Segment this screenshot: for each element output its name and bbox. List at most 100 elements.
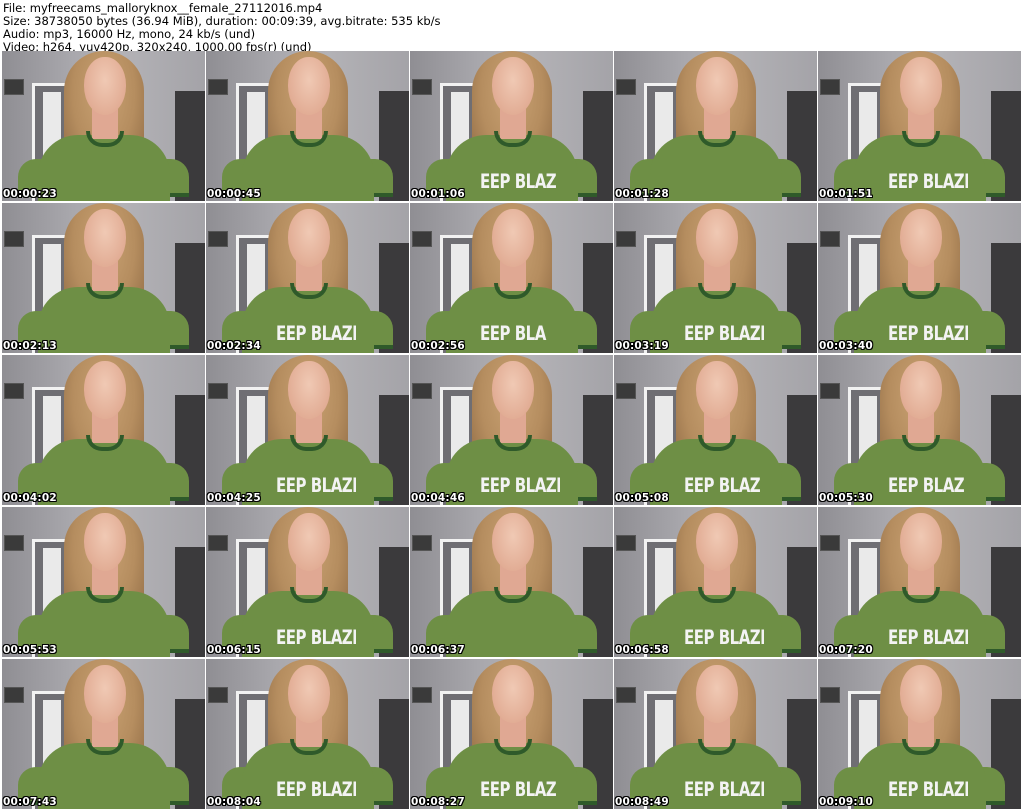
person-face [900, 361, 942, 419]
shirt-print: EEP BLAZING [888, 626, 968, 650]
person-face [696, 361, 738, 419]
video-thumbnail: EEP BLAZIN 00:06:15 [206, 507, 409, 657]
person-face [288, 57, 330, 115]
timestamp: 00:05:53 [3, 644, 57, 656]
video-thumbnail: 00:02:13 [2, 203, 205, 353]
shirt-print: EEP BLAZ [480, 170, 557, 194]
video-thumbnail: 00:06:37 [410, 507, 613, 657]
wall-picture [4, 687, 24, 703]
video-thumbnail: 00:05:53 [2, 507, 205, 657]
shirt-print [72, 778, 152, 804]
timestamp: 00:04:02 [3, 492, 57, 504]
timestamp: 00:06:15 [207, 644, 261, 656]
timestamp: 00:08:04 [207, 796, 261, 808]
shirt-print: EEP BLAZ [684, 474, 761, 498]
shirt-print [72, 322, 152, 348]
shirt-print: EEP BLAZ [480, 778, 557, 802]
video-thumbnail: 00:07:43 [2, 659, 205, 809]
video-thumbnail: EEP BLAZIN 00:01:51 [818, 51, 1021, 201]
wall-picture [208, 79, 228, 95]
timestamp: 00:02:13 [3, 340, 57, 352]
timestamp: 00:06:37 [411, 644, 465, 656]
shirt-print [684, 170, 764, 196]
wall-picture [208, 687, 228, 703]
person-face [900, 57, 942, 115]
timestamp: 00:01:06 [411, 188, 465, 200]
wall-picture [4, 79, 24, 95]
wall-picture [412, 535, 432, 551]
shirt-print: EEP BLAZING [684, 626, 764, 650]
shirt-print: EEP BLAZIN [684, 778, 764, 802]
video-thumbnail: EEP BLAZING 00:07:20 [818, 507, 1021, 657]
video-thumbnail: EEP BLAZING 00:09:10 [818, 659, 1021, 809]
wall-picture [616, 687, 636, 703]
shirt-print: EEP BLA [480, 322, 546, 346]
timestamp: 00:08:49 [615, 796, 669, 808]
shirt-print: EEP BLAZ [888, 474, 965, 498]
person-face [288, 361, 330, 419]
timestamp: 00:09:10 [819, 796, 873, 808]
wall-picture [4, 535, 24, 551]
wall-picture [820, 687, 840, 703]
shirt-print [72, 474, 152, 500]
timestamp: 00:05:08 [615, 492, 669, 504]
timestamp: 00:02:34 [207, 340, 261, 352]
timestamp: 00:01:28 [615, 188, 669, 200]
video-thumbnail: 00:00:45 [206, 51, 409, 201]
shirt-print: EEP BLAZIN [276, 474, 356, 498]
person-face [900, 209, 942, 267]
person-face [288, 665, 330, 723]
wall-picture [616, 79, 636, 95]
wall-picture [820, 535, 840, 551]
file-info-header: File: myfreecams_malloryknox__female_271… [0, 0, 1024, 54]
person-face [492, 665, 534, 723]
wall-picture [820, 383, 840, 399]
shirt-print: EEP BLAZING [888, 778, 968, 802]
wall-picture [616, 535, 636, 551]
video-thumbnail: EEP BLAZING 00:04:46 [410, 355, 613, 505]
video-thumbnail: EEP BLAZIN 00:08:04 [206, 659, 409, 809]
wall-picture [616, 231, 636, 247]
shirt-print: EEP BLAZIN [888, 322, 968, 346]
shirt-print: EEP BLAZIN [276, 322, 356, 346]
person-face [696, 513, 738, 571]
person-face [696, 209, 738, 267]
video-thumbnail: EEP BLAZ 00:08:27 [410, 659, 613, 809]
wall-picture [820, 231, 840, 247]
video-thumbnail: 00:00:23 [2, 51, 205, 201]
video-thumbnail: EEP BLAZIN 00:03:19 [614, 203, 817, 353]
shirt-print: EEP BLAZIN [276, 626, 356, 650]
video-thumbnail: EEP BLAZIN 00:08:49 [614, 659, 817, 809]
video-thumbnail: EEP BLAZ 00:05:30 [818, 355, 1021, 505]
wall-picture [820, 79, 840, 95]
wall-picture [4, 383, 24, 399]
timestamp: 00:00:23 [3, 188, 57, 200]
timestamp: 00:02:56 [411, 340, 465, 352]
wall-picture [4, 231, 24, 247]
timestamp: 00:07:43 [3, 796, 57, 808]
shirt-print [72, 626, 152, 652]
person-face [84, 513, 126, 571]
timestamp: 00:07:20 [819, 644, 873, 656]
timestamp: 00:04:46 [411, 492, 465, 504]
person-face [696, 665, 738, 723]
wall-picture [616, 383, 636, 399]
person-face [84, 665, 126, 723]
video-thumbnail: EEP BLAZING 00:06:58 [614, 507, 817, 657]
person-face [288, 513, 330, 571]
person-face [492, 513, 534, 571]
timestamp: 00:06:58 [615, 644, 669, 656]
shirt-print: EEP BLAZIN [888, 170, 968, 194]
person-face [696, 57, 738, 115]
wall-picture [208, 383, 228, 399]
shirt-print [480, 626, 560, 652]
video-thumbnail: EEP BLAZ 00:05:08 [614, 355, 817, 505]
timestamp: 00:01:51 [819, 188, 873, 200]
person-face [288, 209, 330, 267]
shirt-print [276, 170, 356, 196]
wall-picture [208, 535, 228, 551]
thumbnail-grid: 00:00:23 00:00:45 EEP BLAZ 00:01:06 00:01:28… [2, 51, 1021, 809]
video-thumbnail: EEP BLAZIN 00:04:25 [206, 355, 409, 505]
person-face [84, 361, 126, 419]
video-thumbnail: EEP BLAZIN 00:03:40 [818, 203, 1021, 353]
